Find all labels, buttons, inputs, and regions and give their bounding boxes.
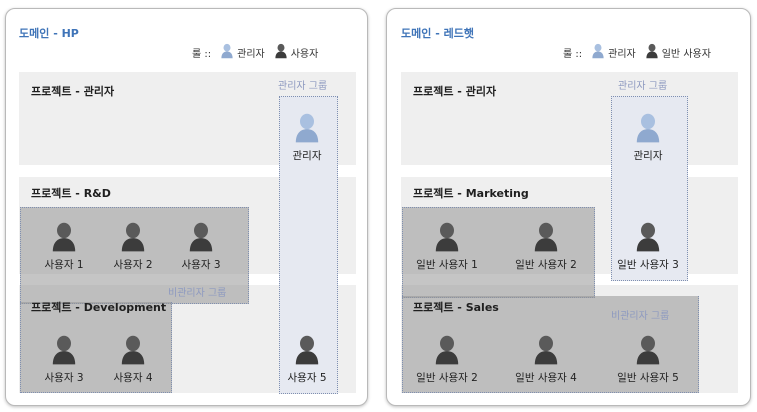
- domain-panel-hp: 도메인 - HP 룰 :: 관리자 사용자 관리자 그룹 비관리자 그룹 프로젝…: [5, 8, 368, 406]
- person-name: 일반 사용자 4: [515, 372, 577, 384]
- legend-admin-label: 관리자: [608, 48, 636, 60]
- project-marketing-title: 프로젝트 - Marketing: [413, 187, 529, 200]
- user-person-icon: [52, 222, 76, 252]
- user-person-icon: [636, 222, 660, 252]
- person-name: 사용자 5: [287, 372, 327, 384]
- user-person-icon: [121, 335, 145, 365]
- admin-person-icon: [591, 42, 605, 62]
- person-name: 사용자 1: [44, 259, 84, 271]
- person-name: 일반 사용자 5: [617, 372, 679, 384]
- domain-title: 도메인 - 레드햇: [401, 27, 474, 40]
- user-person-icon: [295, 335, 319, 365]
- person-user-4: 일반 사용자 4: [511, 332, 581, 385]
- legend-admin-label: 관리자: [237, 48, 265, 60]
- role-legend: 룰 :: 관리자 일반 사용자: [563, 42, 711, 62]
- person-admin: 관리자: [613, 110, 683, 163]
- user-person-icon: [52, 335, 76, 365]
- user-person-icon: [636, 335, 660, 365]
- user-person-icon: [274, 42, 288, 62]
- nonadmin-group-label: 비관리자 그룹: [611, 311, 670, 322]
- person-name: 일반 사용자 2: [515, 259, 577, 271]
- person-user-2-sales: 일반 사용자 2: [412, 332, 482, 385]
- user-person-icon: [435, 222, 459, 252]
- legend-prefix: 룰 ::: [192, 48, 212, 60]
- project-admin-title: 프로젝트 - 관리자: [413, 85, 497, 98]
- admin-person-icon: [295, 113, 319, 143]
- user-person-icon: [121, 222, 145, 252]
- person-user-5: 일반 사용자 5: [613, 332, 683, 385]
- person-name: 관리자: [633, 150, 663, 162]
- admin-group-label: 관리자 그룹: [278, 81, 328, 92]
- project-sales-title: 프로젝트 - Sales: [413, 301, 499, 314]
- admin-person-icon: [220, 42, 234, 62]
- person-user-4: 사용자 4: [98, 332, 168, 385]
- user-person-icon: [534, 222, 558, 252]
- person-user-3: 사용자 3: [166, 219, 236, 272]
- domain-title: 도메인 - HP: [19, 27, 79, 40]
- person-user-2: 사용자 2: [98, 219, 168, 272]
- person-user-1: 사용자 1: [29, 219, 99, 272]
- project-admin-title: 프로젝트 - 관리자: [31, 85, 115, 98]
- person-user-3-dev: 사용자 3: [29, 332, 99, 385]
- person-user-3: 일반 사용자 3: [613, 219, 683, 272]
- person-name: 사용자 2: [113, 259, 153, 271]
- person-name: 사용자 3: [44, 372, 84, 384]
- person-name: 일반 사용자 2: [416, 372, 478, 384]
- user-person-icon: [645, 42, 659, 62]
- person-admin: 관리자: [272, 110, 342, 163]
- person-user-1: 일반 사용자 1: [412, 219, 482, 272]
- project-rd-title: 프로젝트 - R&D: [31, 187, 111, 200]
- user-person-icon: [189, 222, 213, 252]
- person-user-2: 일반 사용자 2: [511, 219, 581, 272]
- nonadmin-group-label: 비관리자 그룹: [168, 288, 227, 299]
- person-name: 사용자 3: [181, 259, 221, 271]
- project-development-title: 프로젝트 - Development: [31, 301, 167, 314]
- person-name: 일반 사용자 3: [617, 259, 679, 271]
- person-name: 사용자 4: [113, 372, 153, 384]
- user-person-icon: [534, 335, 558, 365]
- legend-prefix: 룰 ::: [563, 48, 583, 60]
- admin-group-label: 관리자 그룹: [618, 81, 668, 92]
- admin-person-icon: [636, 113, 660, 143]
- role-legend: 룰 :: 관리자 사용자: [192, 42, 318, 62]
- person-user-5: 사용자 5: [272, 332, 342, 385]
- legend-user-label: 사용자: [290, 48, 319, 60]
- domain-panel-redhat: 도메인 - 레드햇 룰 :: 관리자 일반 사용자 관리자 그룹 비관리자 그룹…: [386, 8, 751, 406]
- person-name: 관리자: [292, 150, 322, 162]
- legend-user-label: 일반 사용자: [661, 48, 711, 60]
- person-name: 일반 사용자 1: [416, 259, 478, 271]
- user-person-icon: [435, 335, 459, 365]
